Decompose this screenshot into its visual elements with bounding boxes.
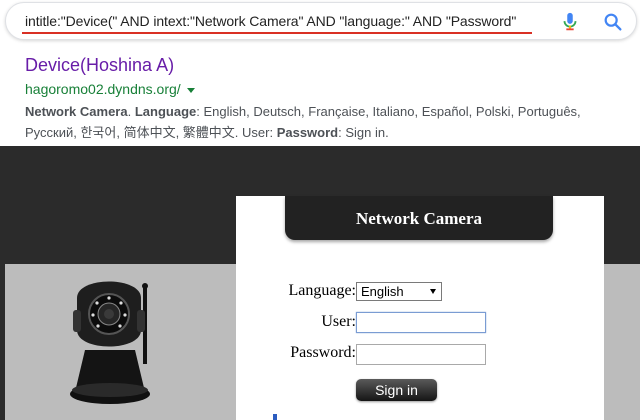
snippet-bold-term: Language	[134, 104, 197, 119]
login-panel: Network Camera Language: English User: P…	[236, 196, 604, 420]
user-label: User:	[321, 313, 356, 330]
panel-header: Network Camera	[285, 196, 553, 240]
ip-camera-image	[70, 281, 150, 404]
password-input[interactable]	[356, 344, 486, 365]
panel-header-title: Network Camera	[355, 209, 483, 228]
language-selected-value: English	[361, 284, 404, 299]
result-snippet: Network Camera. Language: English, Deuts…	[25, 101, 625, 143]
snippet-bold-term: Network Camera	[25, 104, 128, 119]
search-icon[interactable]	[602, 11, 624, 33]
language-label: Language:	[288, 282, 356, 299]
user-input[interactable]	[356, 312, 486, 333]
snippet-text: : Sign in.	[338, 125, 389, 140]
snippet-bold-term: Password	[276, 125, 339, 140]
microphone-icon[interactable]	[559, 11, 581, 33]
result-url[interactable]: hagoromo02.dyndns.org/	[25, 81, 181, 97]
search-bar[interactable]: intitle:"Device(" AND intext:"Network Ca…	[5, 2, 637, 40]
chevron-down-icon[interactable]	[186, 87, 195, 93]
result-title-link[interactable]: Device(Hoshina A)	[25, 55, 174, 76]
background-band	[604, 264, 640, 420]
password-label: Password:	[290, 344, 356, 361]
language-select[interactable]: English	[356, 282, 442, 301]
sign-in-button[interactable]: Sign in	[356, 379, 437, 401]
query-highlight-underline	[22, 32, 532, 34]
search-query-text[interactable]: intitle:"Device(" AND intext:"Network Ca…	[25, 13, 516, 29]
page-edge-mark	[273, 414, 277, 420]
dropdown-arrow-icon	[430, 289, 436, 294]
camera-login-screenshot: Network Camera Language: English User: P…	[0, 146, 640, 420]
result-url-row: hagoromo02.dyndns.org/	[25, 81, 195, 97]
snippet-text: .	[127, 104, 135, 119]
